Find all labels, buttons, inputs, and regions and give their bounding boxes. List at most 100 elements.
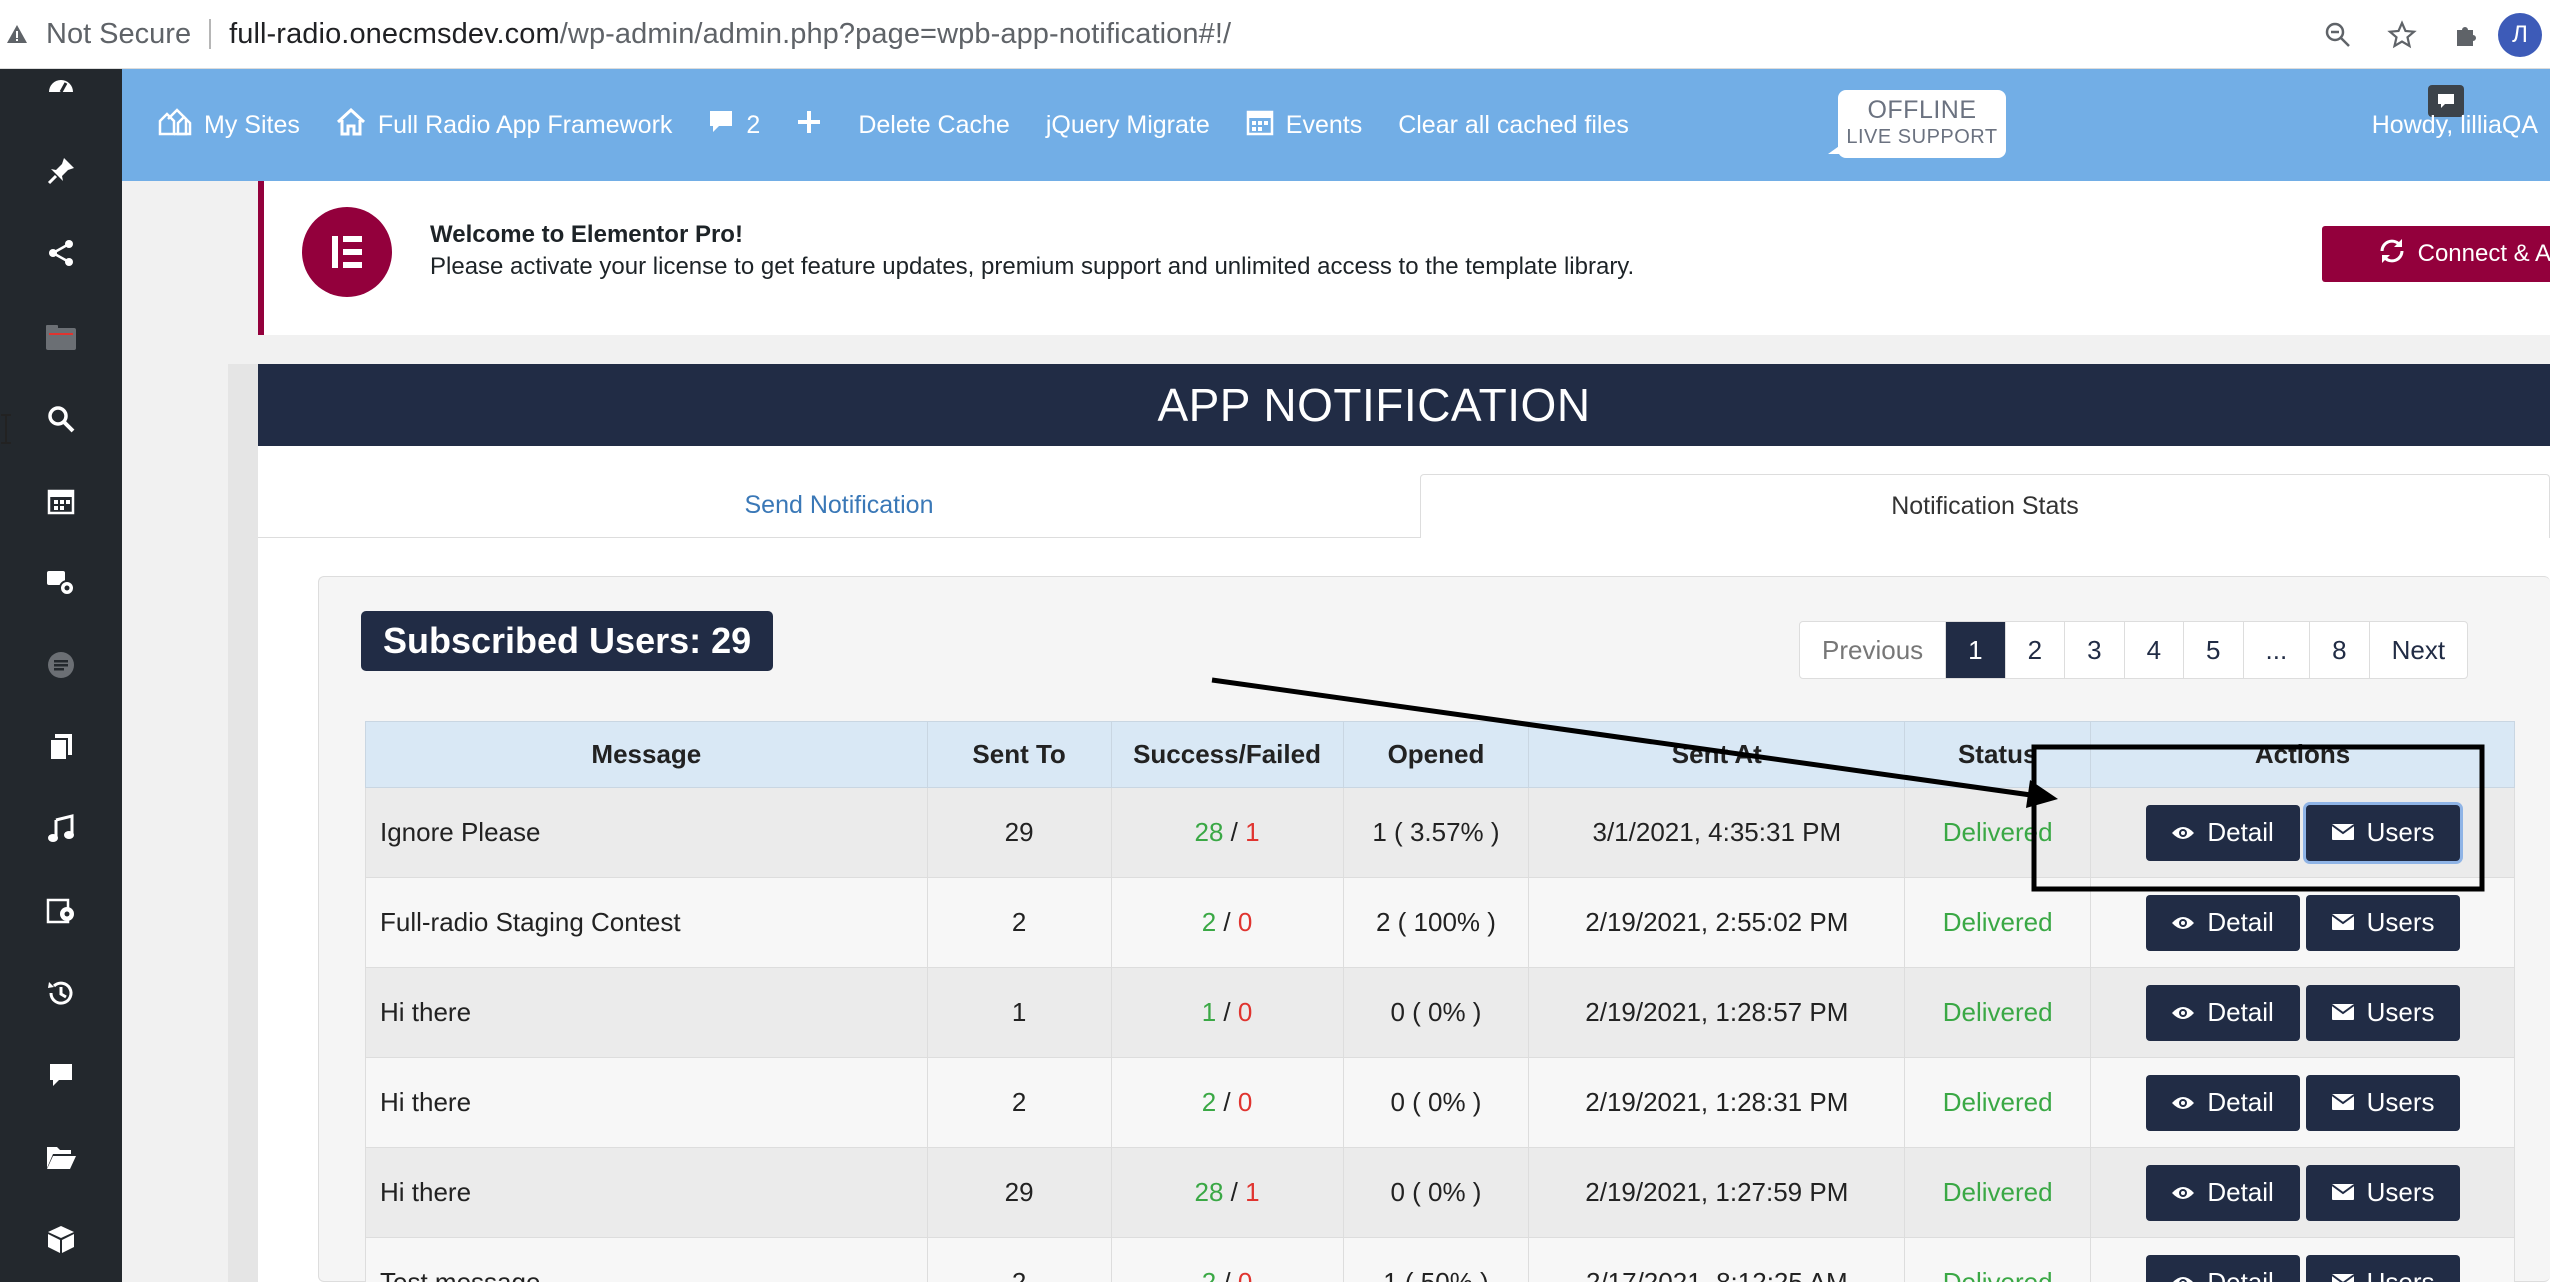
plus-icon — [796, 109, 822, 142]
envelope-icon — [2331, 907, 2355, 938]
cell-message: Hi there — [365, 967, 928, 1058]
table-row: Test message 2 2 / 0 1 ( 50% ) 2/17/2021… — [365, 1237, 2515, 1282]
users-button[interactable]: Users — [2305, 1164, 2460, 1221]
cell-opened: 0 ( 0% ) — [1342, 1147, 1530, 1238]
history-icon[interactable] — [0, 963, 122, 1023]
column-header-status[interactable]: Status — [1904, 721, 2092, 788]
users-label: Users — [2366, 1267, 2435, 1282]
success-count: 1 — [1201, 997, 1217, 1027]
tab-notification-stats[interactable]: Notification Stats — [1420, 474, 2550, 538]
speech-tail — [1828, 144, 1842, 154]
url-host: full-radio.onecmsdev.com — [229, 17, 560, 50]
url-text[interactable]: full-radio.onecmsdev.com/wp-admin/admin.… — [229, 18, 1231, 51]
pagination-page-5[interactable]: 5 — [2183, 622, 2242, 678]
pagination-page-2[interactable]: 2 — [2004, 622, 2064, 678]
podcast-icon[interactable] — [0, 881, 122, 941]
pagination-page-8[interactable]: 8 — [2309, 622, 2368, 678]
comments-menu[interactable]: 2 — [690, 69, 778, 181]
comments-count: 2 — [746, 110, 761, 139]
user-account-menu[interactable]: Howdy, lilliaQA — [2372, 69, 2538, 181]
detail-button[interactable]: Detail — [2145, 1074, 2300, 1131]
column-header-sent-to[interactable]: Sent To — [926, 721, 1112, 788]
share-icon[interactable] — [0, 223, 122, 283]
my-sites-menu[interactable]: My Sites — [140, 69, 318, 181]
eye-icon — [2171, 1177, 2195, 1208]
cell-message: Hi there — [365, 1147, 928, 1238]
column-header-success-failed[interactable]: Success/Failed — [1110, 721, 1344, 788]
forms-icon[interactable] — [0, 635, 122, 695]
events-menu[interactable]: Events — [1228, 69, 1380, 181]
users-label: Users — [2366, 997, 2435, 1027]
dashboard-icon[interactable] — [0, 57, 122, 117]
users-button[interactable]: Users — [2305, 1254, 2460, 1282]
eye-icon — [2171, 907, 2195, 938]
comments-icon[interactable] — [0, 1045, 122, 1105]
users-button[interactable]: Users — [2305, 984, 2460, 1041]
music-icon[interactable] — [0, 799, 122, 859]
cell-opened: 0 ( 0% ) — [1342, 1057, 1530, 1148]
notice-text: Please activate your license to get feat… — [430, 253, 1635, 280]
jquery-migrate-link[interactable]: jQuery Migrate — [1028, 69, 1228, 181]
media-folder-icon[interactable] — [0, 307, 122, 367]
pin-icon[interactable] — [0, 141, 122, 201]
pagination-next[interactable]: Next — [2368, 622, 2467, 678]
column-header-message[interactable]: Message — [365, 721, 928, 788]
users-button[interactable]: Users — [2305, 1074, 2460, 1131]
connect-activate-label: Connect & Activate — [2417, 240, 2550, 267]
folder-open-icon[interactable] — [0, 1127, 122, 1187]
table-row: Hi there 1 1 / 0 0 ( 0% ) 2/19/2021, 1:2… — [365, 967, 2515, 1058]
site-name-menu[interactable]: Full Radio App Framework — [318, 69, 691, 181]
failed-count: 0 — [1237, 997, 1253, 1027]
table-row: Ignore Please 29 28 / 1 1 ( 3.57% ) 3/1/… — [365, 787, 2515, 878]
warning-icon[interactable] — [4, 21, 30, 47]
media-settings-icon[interactable] — [0, 553, 122, 613]
table-row: Hi there 2 2 / 0 0 ( 0% ) 2/19/2021, 1:2… — [365, 1057, 2515, 1148]
bookmark-star-icon[interactable] — [2370, 0, 2434, 69]
tab-send-notification[interactable]: Send Notification — [258, 474, 1420, 538]
box-icon[interactable] — [0, 1209, 122, 1269]
elementor-pro-notice: Welcome to Elementor Pro! Please activat… — [258, 181, 2550, 335]
envelope-icon — [2331, 997, 2355, 1028]
detail-button[interactable]: Detail — [2145, 894, 2300, 951]
profile-avatar[interactable]: Л — [2498, 12, 2542, 57]
users-label: Users — [2366, 817, 2435, 847]
pagination-page-4[interactable]: 4 — [2123, 622, 2183, 678]
cell-sent-to: 2 — [926, 1057, 1112, 1148]
detail-button[interactable]: Detail — [2145, 1164, 2300, 1221]
search-icon[interactable] — [0, 389, 122, 449]
failed-count: 0 — [1237, 1087, 1253, 1117]
users-button[interactable]: Users — [2305, 894, 2460, 951]
clear-cache-link[interactable]: Clear all cached files — [1380, 69, 1647, 181]
pagination-page-3[interactable]: 3 — [2064, 622, 2123, 678]
pages-icon[interactable] — [0, 717, 122, 777]
detail-button[interactable]: Detail — [2145, 984, 2300, 1041]
main-content: Welcome to Elementor Pro! Please activat… — [122, 181, 2550, 1282]
detail-label: Detail — [2207, 907, 2274, 937]
detail-button[interactable]: Detail — [2145, 804, 2300, 861]
notification-stats-box: Subscribed Users: 29 Previous 1 2 3 4 5 … — [318, 576, 2550, 1282]
cell-sent-at: 2/19/2021, 2:55:02 PM — [1528, 877, 1906, 968]
cell-success-failed: 1 / 0 — [1110, 967, 1344, 1058]
events-label: Events — [1285, 110, 1363, 139]
pagination-previous[interactable]: Previous — [1800, 622, 1945, 678]
security-status-text[interactable]: Not Secure — [46, 18, 191, 51]
column-header-actions: Actions — [2090, 721, 2515, 788]
column-header-opened[interactable]: Opened — [1342, 721, 1530, 788]
connect-activate-button[interactable]: Connect & Activate — [2322, 226, 2550, 282]
detail-button[interactable]: Detail — [2145, 1254, 2300, 1282]
cell-sent-at: 2/17/2021, 8:12:25 AM — [1528, 1237, 1906, 1282]
column-header-sent-at[interactable]: Sent At — [1528, 721, 1906, 788]
events-calendar-icon — [1246, 108, 1274, 143]
cell-sent-to: 29 — [926, 787, 1112, 878]
extensions-icon[interactable] — [2434, 0, 2498, 69]
zoom-icon[interactable] — [2306, 0, 2370, 69]
delete-cache-link[interactable]: Delete Cache — [840, 69, 1027, 181]
calendar-icon[interactable] — [0, 471, 122, 531]
pagination-page-1[interactable]: 1 — [1945, 622, 2005, 678]
browser-address-bar[interactable]: Not Secure full-radio.onecmsdev.com/wp-a… — [0, 0, 2550, 69]
users-button[interactable]: Users — [2305, 804, 2460, 861]
new-content-menu[interactable] — [778, 69, 840, 181]
envelope-icon — [2331, 1267, 2355, 1282]
offline-live-support-badge[interactable]: OFFLINE LIVE SUPPORT — [1828, 90, 2006, 158]
envelope-icon — [2331, 1177, 2355, 1208]
